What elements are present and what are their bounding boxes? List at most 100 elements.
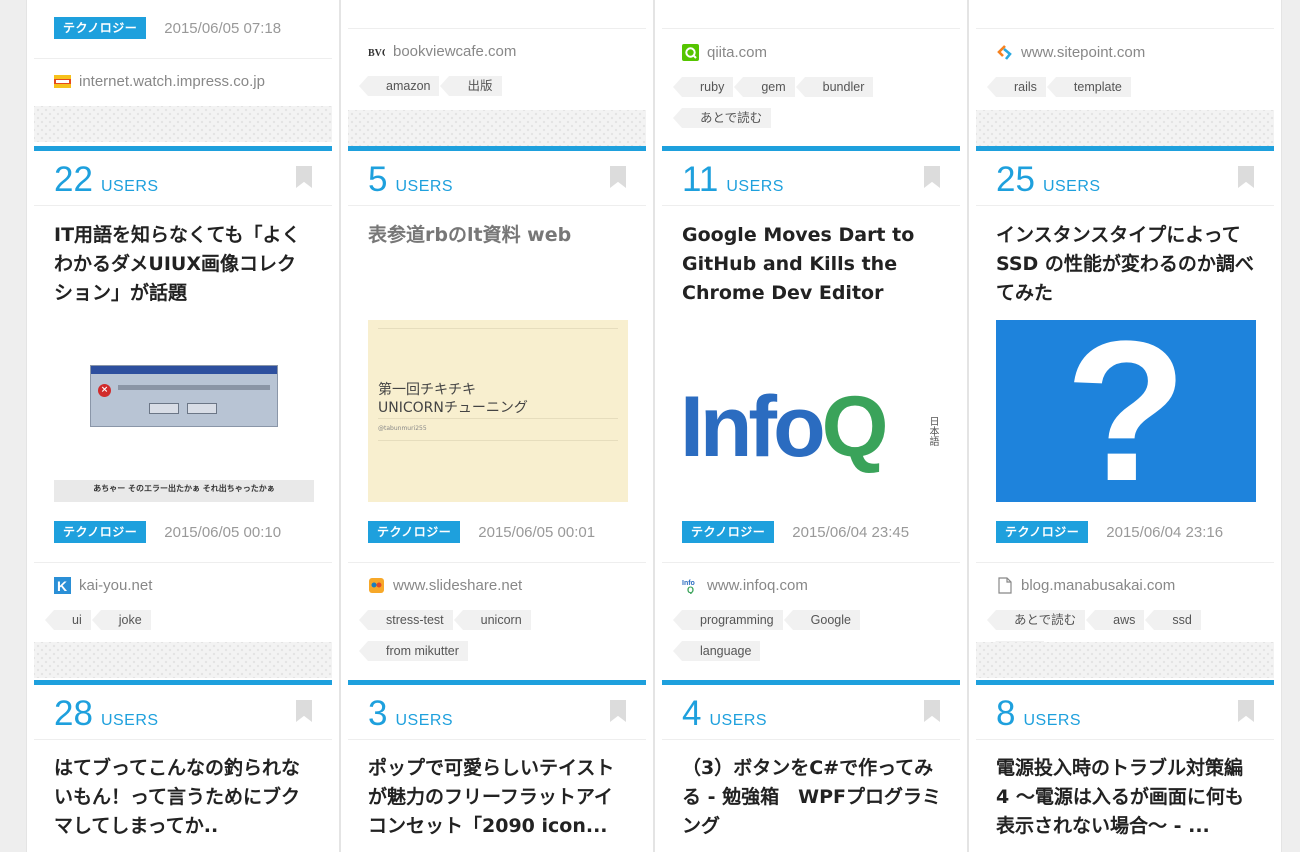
tag-list: ui joke bbox=[45, 610, 314, 641]
card-accent-bar bbox=[662, 680, 960, 685]
bookmark-icon[interactable] bbox=[610, 166, 626, 188]
bookmark-icon[interactable] bbox=[924, 166, 940, 188]
tag[interactable]: bundler bbox=[795, 77, 874, 97]
site-domain: kai-you.net bbox=[79, 577, 153, 594]
user-count-number: 5 bbox=[368, 160, 388, 199]
tag[interactable]: ruby bbox=[672, 77, 734, 97]
entry-date: 2015/06/05 07:18 bbox=[164, 19, 282, 37]
site-domain: www.infoq.com bbox=[707, 577, 808, 594]
user-count[interactable]: 5 USERS bbox=[368, 162, 453, 197]
card-accent-bar bbox=[976, 146, 1274, 151]
user-count[interactable]: 11 USERS bbox=[682, 162, 784, 197]
entry-site[interactable]: Info Q www.infoq.com bbox=[682, 577, 808, 594]
entry-title[interactable]: 電源投入時のトラブル対策編 4 ～電源は入るが画面に何も表示されない場合～ - … bbox=[996, 754, 1256, 841]
tag[interactable]: gem bbox=[734, 77, 795, 97]
entry-meta: テクノロジー 2015/06/05 07:18 bbox=[54, 17, 281, 39]
user-count[interactable]: 28 USERS bbox=[54, 696, 159, 731]
entry-site[interactable]: internet.watch.impress.co.jp bbox=[54, 73, 265, 90]
user-count-label: USERS bbox=[395, 712, 454, 729]
tag[interactable]: あとで読む bbox=[672, 108, 772, 128]
site-domain: www.slideshare.net bbox=[393, 577, 523, 594]
bookmark-icon[interactable] bbox=[610, 700, 626, 722]
entry-title[interactable]: はてブってこんなの釣られないもん！って言うためにブクマしてしまってか.. bbox=[54, 754, 314, 841]
entry-title[interactable]: 表参道rbのlt資料 web bbox=[368, 221, 628, 250]
tag[interactable]: joke bbox=[91, 610, 151, 630]
user-count-label: USERS bbox=[726, 178, 784, 195]
user-count[interactable]: 25 USERS bbox=[996, 162, 1101, 197]
entry-thumbnail[interactable]: × あちゃー そのエラー出たかぁ それ出ちゃったかぁ bbox=[54, 320, 314, 502]
bookmark-icon[interactable] bbox=[296, 166, 312, 188]
user-count[interactable]: 8 USERS bbox=[996, 696, 1081, 731]
svg-text:K: K bbox=[57, 578, 67, 594]
user-count[interactable]: 4 USERS bbox=[682, 696, 767, 731]
user-count[interactable]: 22 USERS bbox=[54, 162, 159, 197]
kai-you-favicon: K bbox=[54, 577, 71, 594]
svg-text:BVC: BVC bbox=[368, 48, 385, 59]
entry-meta: テクノロジー 2015/06/04 23:45 bbox=[682, 521, 909, 543]
entry-site[interactable]: blog.manabusakai.com bbox=[996, 577, 1175, 594]
tag[interactable]: ui bbox=[45, 610, 91, 630]
bookmark-icon[interactable] bbox=[1238, 700, 1254, 722]
bookmark-icon[interactable] bbox=[1238, 166, 1254, 188]
user-count-label: USERS bbox=[1042, 178, 1101, 195]
tag[interactable]: ssd bbox=[1145, 610, 1201, 630]
site-domain: bookviewcafe.com bbox=[393, 43, 517, 60]
entry-date: 2015/06/05 00:01 bbox=[478, 523, 596, 541]
entry-date: 2015/06/04 23:16 bbox=[1106, 523, 1224, 541]
tag[interactable]: from mikutter bbox=[359, 641, 468, 661]
thumbnail-caption: あちゃー そのエラー出たかぁ それ出ちゃったかぁ bbox=[54, 480, 314, 502]
category-badge[interactable]: テクノロジー bbox=[54, 521, 147, 543]
entry-thumbnail[interactable]: 第一回チキチキ UNICORNチューニング @tabunmuri255 bbox=[368, 320, 628, 502]
entry-meta: テクノロジー 2015/06/05 00:01 bbox=[368, 521, 595, 543]
category-badge[interactable]: テクノロジー bbox=[682, 521, 775, 543]
tag[interactable]: language bbox=[672, 641, 761, 661]
entry-thumbnail[interactable]: ? bbox=[996, 320, 1256, 502]
entry-site[interactable]: www.sitepoint.com bbox=[996, 44, 1145, 61]
card-accent-bar bbox=[34, 680, 332, 685]
entry-title[interactable]: Google Moves Dart to GitHub and Kills th… bbox=[682, 221, 942, 308]
user-count[interactable]: 3 USERS bbox=[368, 696, 453, 731]
card-separator bbox=[976, 110, 1274, 146]
category-badge[interactable]: テクノロジー bbox=[368, 521, 461, 543]
tag[interactable]: amazon bbox=[358, 76, 440, 96]
entry-site[interactable]: BVC bookviewcafe.com bbox=[368, 43, 516, 60]
entry-title[interactable]: IT用語を知らなくても「よくわかるダメUIUX画像コレクション」が話題 bbox=[54, 221, 314, 308]
entry-site[interactable]: qiita.com bbox=[682, 44, 767, 61]
entry-site[interactable]: K kai-you.net bbox=[54, 577, 152, 594]
entry-title[interactable]: （3）ボタンをC#で作ってみる - 勉強箱 WPFプログラミング bbox=[682, 754, 942, 841]
card-accent-bar bbox=[34, 146, 332, 151]
tag[interactable]: programming bbox=[673, 610, 783, 630]
tag[interactable]: aws bbox=[1086, 610, 1145, 630]
tag[interactable]: Google bbox=[783, 610, 860, 630]
entry-site[interactable]: www.slideshare.net bbox=[368, 577, 522, 594]
svg-text:Q: Q bbox=[687, 585, 694, 594]
column-2: BVC bookviewcafe.com amazon 出版 5 USERS 表… bbox=[340, 0, 654, 852]
qiita-favicon bbox=[682, 44, 699, 61]
user-count-label: USERS bbox=[1023, 712, 1082, 729]
bookmark-icon[interactable] bbox=[296, 700, 312, 722]
bookmark-icon[interactable] bbox=[924, 700, 940, 722]
category-badge[interactable]: テクノロジー bbox=[54, 17, 147, 39]
infoq-favicon: InfoQ bbox=[682, 580, 695, 594]
tag[interactable]: template bbox=[1046, 77, 1131, 97]
question-mark-image: ? bbox=[1064, 320, 1188, 502]
entry-thumbnail[interactable]: InfoQ 日本語 bbox=[682, 320, 942, 502]
column-1: テクノロジー 2015/06/05 07:18 internet.watch.i… bbox=[26, 0, 340, 852]
tag-list: rails template bbox=[987, 77, 1256, 108]
tag-list: stress-test unicorn from mikutter bbox=[359, 610, 628, 672]
card-accent-bar bbox=[976, 680, 1274, 685]
user-count-label: USERS bbox=[709, 712, 768, 729]
tag[interactable]: rails bbox=[987, 77, 1046, 97]
user-count-number: 28 bbox=[54, 694, 93, 733]
tag[interactable]: あとで読む bbox=[986, 610, 1086, 630]
user-count-number: 11 bbox=[682, 160, 719, 199]
tag[interactable]: unicorn bbox=[453, 610, 531, 630]
category-badge[interactable]: テクノロジー bbox=[996, 521, 1089, 543]
tag[interactable]: 出版 bbox=[440, 76, 502, 96]
document-icon bbox=[998, 577, 1012, 594]
slide-author: @tabunmuri255 bbox=[378, 425, 427, 432]
tag[interactable]: stress-test bbox=[359, 610, 453, 630]
entry-title[interactable]: ポップで可愛らしいテイストが魅力のフリーフラットアイコンセット「2090 ico… bbox=[368, 754, 628, 841]
column-3: qiita.com ruby gem bundler あとで読む 11 USER… bbox=[654, 0, 968, 852]
entry-title[interactable]: インスタンスタイプによって SSD の性能が変わるのか調べてみた bbox=[996, 221, 1256, 308]
